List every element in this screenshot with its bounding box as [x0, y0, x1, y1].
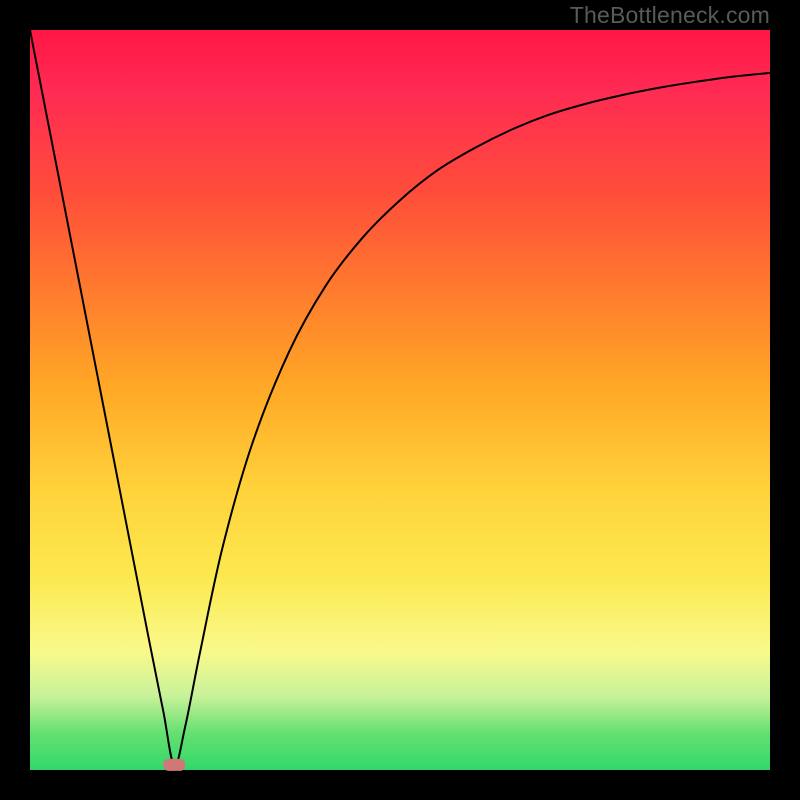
- plot-area: [30, 30, 770, 770]
- minimum-marker: [163, 759, 185, 771]
- bottleneck-curve: [30, 30, 770, 766]
- watermark-label: TheBottleneck.com: [570, 2, 770, 29]
- chart-svg: [30, 30, 770, 770]
- chart-frame: TheBottleneck.com: [0, 0, 800, 800]
